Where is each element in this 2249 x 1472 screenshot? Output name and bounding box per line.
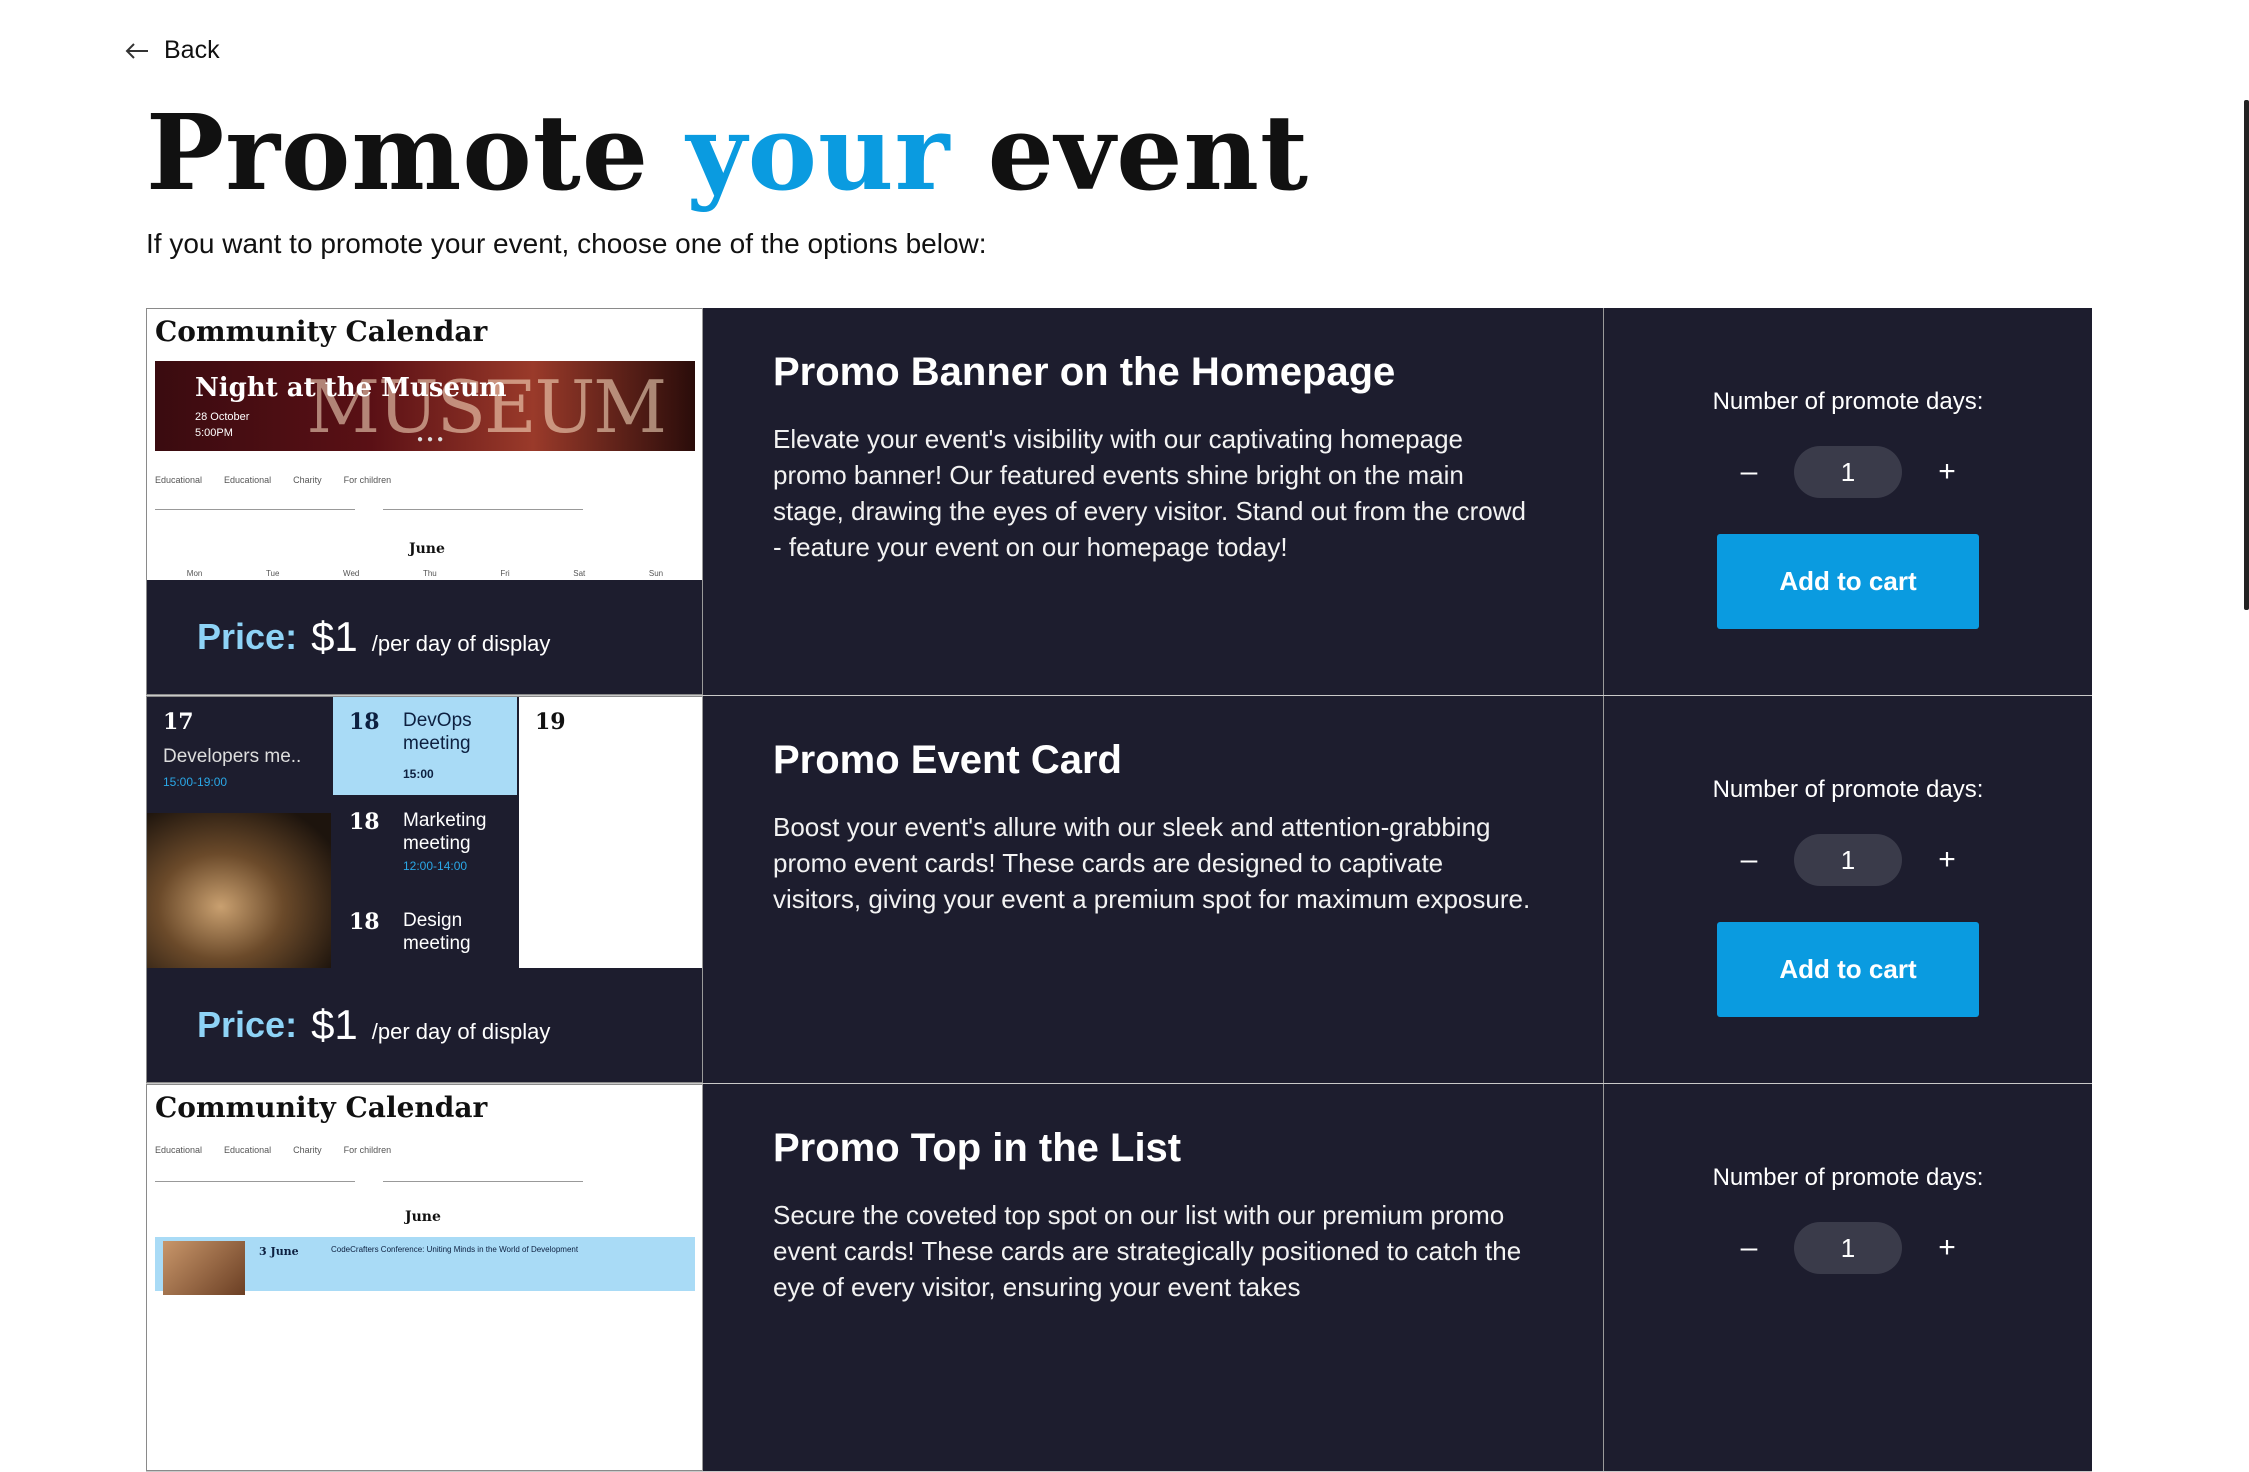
arrow-left-icon	[125, 42, 148, 59]
calendar-cell: 19	[519, 697, 702, 969]
promo-preview-column: Community Calendar MUSEUM Night at the M…	[146, 308, 702, 695]
price-unit: /per day of display	[371, 631, 551, 657]
decrement-button[interactable]: –	[1734, 843, 1764, 877]
back-link[interactable]: Back	[124, 36, 220, 65]
promo-row-banner: Community Calendar MUSEUM Night at the M…	[146, 308, 2092, 696]
calendar-cell: 18 Marketing meeting 12:00-14:00	[349, 809, 487, 873]
promo-description: Secure the coveted top spot on our list …	[773, 1200, 1522, 1302]
promo-description: Boost your event's allure with our sleek…	[773, 812, 1531, 914]
calendar-cell-highlight: 18 DevOps meeting 15:00	[333, 697, 517, 795]
calendar-cell: 18 Design meeting	[349, 909, 471, 954]
days-label: Number of promote days:	[1712, 1164, 1984, 1191]
card-preview-image: 17 Developers me.. 15:00-19:00 18 DevOps…	[147, 697, 702, 969]
days-label: Number of promote days:	[1712, 388, 1984, 415]
preview-filters: Educational Educational Charity For childre…	[155, 1145, 392, 1155]
promo-description: Elevate your event's visibility with our…	[773, 424, 1526, 562]
preview-heading: Community Calendar	[155, 1091, 488, 1124]
scrollbar[interactable]	[2244, 100, 2249, 610]
list-preview-image: Community Calendar Educational Educationa…	[147, 1085, 702, 1470]
list-preview-row: 3 June CodeCrafters Conference: Uniting …	[155, 1237, 695, 1295]
promo-preview-column: Community Calendar Educational Educationa…	[146, 1084, 702, 1471]
back-label: Back	[164, 36, 220, 64]
price-amount: $1	[311, 613, 358, 661]
dancers-photo	[147, 813, 331, 969]
increment-button[interactable]: +	[1932, 455, 1962, 489]
preview-heading: Community Calendar	[155, 315, 488, 348]
days-stepper: – 1 +	[1734, 834, 1962, 886]
decrement-button[interactable]: –	[1734, 455, 1764, 489]
add-to-cart-button[interactable]: Add to cart	[1717, 534, 1979, 629]
days-input[interactable]: 1	[1794, 1222, 1902, 1274]
price-block: Price: $1 /per day of display	[147, 968, 702, 1082]
promo-title: Promo Banner on the Homepage	[773, 350, 1396, 394]
decrement-button[interactable]: –	[1734, 1231, 1764, 1265]
calendar-cell: 17 Developers me.. 15:00-19:00	[163, 709, 302, 789]
increment-button[interactable]: +	[1932, 843, 1962, 877]
add-to-cart-button[interactable]: Add to cart	[1717, 922, 1979, 1017]
preview-banner: MUSEUM Night at the Museum 28 October 5:0…	[155, 361, 695, 451]
days-label: Number of promote days:	[1712, 776, 1984, 803]
price-label: Price:	[197, 1004, 298, 1046]
page-title: Promote your event	[146, 91, 1310, 214]
page-subtitle: If you want to promote your event, choos…	[146, 228, 987, 259]
preview-filters: Educational Educational Charity For childre…	[155, 475, 392, 485]
promo-purchase-column: Number of promote days: – 1 +	[1604, 1084, 2092, 1471]
increment-button[interactable]: +	[1932, 1231, 1962, 1265]
promo-preview-column: 17 Developers me.. 15:00-19:00 18 DevOps…	[146, 696, 702, 1083]
promo-purchase-column: Number of promote days: – 1 + Add to car…	[1604, 308, 2092, 695]
promo-description-column: Promo Event Card Boost your event's allu…	[702, 696, 1604, 1083]
promo-title: Promo Event Card	[773, 738, 1122, 782]
promo-description-column: Promo Banner on the Homepage Elevate you…	[702, 308, 1604, 695]
days-stepper: – 1 +	[1734, 446, 1962, 498]
promo-row-top-list: Community Calendar Educational Educationa…	[146, 1084, 2092, 1472]
days-stepper: – 1 +	[1734, 1222, 1962, 1274]
promo-description-column: Promo Top in the List Secure the coveted…	[702, 1084, 1604, 1471]
price-label: Price:	[197, 616, 298, 658]
days-input[interactable]: 1	[1794, 834, 1902, 886]
price-unit: /per day of display	[371, 1019, 551, 1045]
promo-row-card: 17 Developers me.. 15:00-19:00 18 DevOps…	[146, 696, 2092, 1084]
days-input[interactable]: 1	[1794, 446, 1902, 498]
promo-title: Promo Top in the List	[773, 1126, 1182, 1170]
promo-purchase-column: Number of promote days: – 1 + Add to car…	[1604, 696, 2092, 1083]
promo-list: Community Calendar MUSEUM Night at the M…	[146, 308, 2092, 1472]
banner-preview-image: Community Calendar MUSEUM Night at the M…	[147, 309, 702, 581]
price-amount: $1	[311, 1001, 358, 1049]
price-block: Price: $1 /per day of display	[147, 580, 702, 694]
